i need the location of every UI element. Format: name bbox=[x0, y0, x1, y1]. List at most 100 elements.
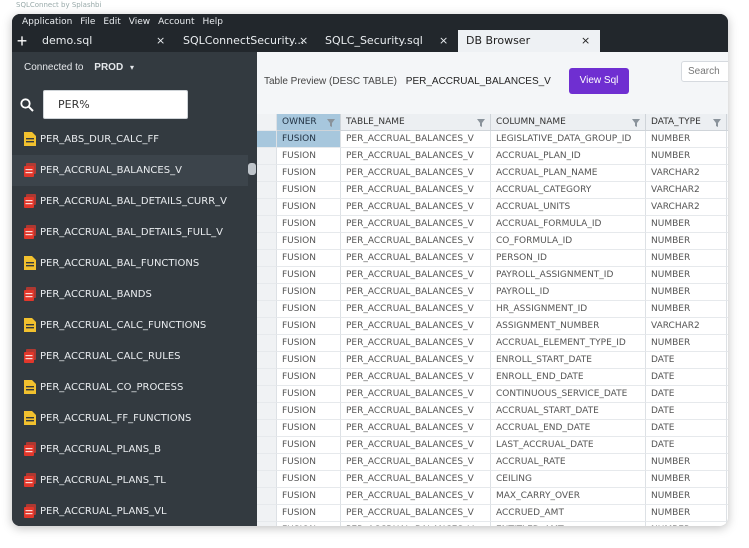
object-list-item[interactable]: PER_ACCRUAL_FF_FUNCTIONS bbox=[12, 403, 248, 434]
table-cell[interactable]: DATE bbox=[646, 437, 727, 454]
table-cell[interactable]: FUSION bbox=[277, 437, 341, 454]
table-cell[interactable]: CO_FORMULA_ID bbox=[491, 233, 646, 250]
column-header[interactable]: OWNER bbox=[277, 114, 341, 131]
table-cell[interactable]: FUSION bbox=[277, 182, 341, 199]
column-header[interactable]: COLUMN_NAME bbox=[491, 114, 646, 131]
table-cell[interactable]: FUSION bbox=[277, 267, 341, 284]
table-cell[interactable]: FUSION bbox=[277, 369, 341, 386]
table-cell[interactable]: PER_ACCRUAL_BALANCES_V bbox=[341, 216, 491, 233]
table-cell[interactable]: DATE bbox=[646, 420, 727, 437]
table-cell[interactable]: ACCRUED_AMT bbox=[491, 505, 646, 522]
row-gutter[interactable] bbox=[257, 318, 277, 335]
table-cell[interactable]: FUSION bbox=[277, 250, 341, 267]
object-list-item[interactable]: PER_ACCRUAL_BALANCES_V bbox=[12, 155, 248, 186]
table-cell[interactable]: NUMBER bbox=[646, 454, 727, 471]
table-cell[interactable]: FUSION bbox=[277, 352, 341, 369]
table-cell[interactable]: NUMBER bbox=[646, 267, 727, 284]
tab-close-icon[interactable]: × bbox=[299, 30, 308, 52]
table-cell[interactable]: NUMBER bbox=[646, 301, 727, 318]
table-cell[interactable]: FUSION bbox=[277, 284, 341, 301]
table-cell[interactable]: DATE bbox=[646, 352, 727, 369]
row-gutter[interactable] bbox=[257, 267, 277, 284]
row-gutter[interactable] bbox=[257, 420, 277, 437]
table-cell[interactable]: PER_ACCRUAL_BALANCES_V bbox=[341, 437, 491, 454]
table-cell[interactable]: PAYROLL_ASSIGNMENT_ID bbox=[491, 267, 646, 284]
table-cell[interactable]: FUSION bbox=[277, 471, 341, 488]
object-list-item[interactable]: PER_ACCRUAL_BAL_DETAILS_FULL_V bbox=[12, 217, 248, 248]
row-gutter[interactable] bbox=[257, 216, 277, 233]
row-gutter[interactable] bbox=[257, 165, 277, 182]
table-cell[interactable]: DATE bbox=[646, 369, 727, 386]
table-cell[interactable]: ENROLL_END_DATE bbox=[491, 369, 646, 386]
add-tab-button[interactable]: + bbox=[14, 31, 30, 51]
column-header[interactable]: TABLE_NAME bbox=[341, 114, 491, 131]
table-cell[interactable]: ACCRUAL_CATEGORY bbox=[491, 182, 646, 199]
table-cell[interactable]: FUSION bbox=[277, 233, 341, 250]
table-cell[interactable]: PER_ACCRUAL_BALANCES_V bbox=[341, 267, 491, 284]
table-cell[interactable]: PER_ACCRUAL_BALANCES_V bbox=[341, 165, 491, 182]
row-gutter[interactable] bbox=[257, 522, 277, 526]
table-cell[interactable]: PER_ACCRUAL_BALANCES_V bbox=[341, 182, 491, 199]
menu-item[interactable]: File bbox=[80, 17, 95, 27]
table-cell[interactable]: PER_ACCRUAL_BALANCES_V bbox=[341, 199, 491, 216]
table-cell[interactable]: LEGISLATIVE_DATA_GROUP_ID bbox=[491, 131, 646, 148]
row-gutter[interactable] bbox=[257, 505, 277, 522]
table-cell[interactable]: NUMBER bbox=[646, 522, 727, 526]
table-cell[interactable]: NUMBER bbox=[646, 250, 727, 267]
table-cell[interactable]: VARCHAR2 bbox=[646, 182, 727, 199]
table-cell[interactable]: FUSION bbox=[277, 216, 341, 233]
row-gutter[interactable] bbox=[257, 199, 277, 216]
table-cell[interactable]: NUMBER bbox=[646, 148, 727, 165]
row-gutter[interactable] bbox=[257, 386, 277, 403]
object-list-item[interactable]: PER_ACCRUAL_BANDS bbox=[12, 279, 248, 310]
table-cell[interactable]: ASSIGNMENT_NUMBER bbox=[491, 318, 646, 335]
table-cell[interactable]: VARCHAR2 bbox=[646, 165, 727, 182]
table-cell[interactable]: PER_ACCRUAL_BALANCES_V bbox=[341, 369, 491, 386]
table-cell[interactable]: NUMBER bbox=[646, 233, 727, 250]
table-cell[interactable]: NUMBER bbox=[646, 284, 727, 301]
table-cell[interactable]: ENROLL_START_DATE bbox=[491, 352, 646, 369]
table-cell[interactable]: VARCHAR2 bbox=[646, 199, 727, 216]
row-gutter[interactable] bbox=[257, 182, 277, 199]
object-list-item[interactable]: PER_ACCRUAL_PLANS_VL bbox=[12, 496, 248, 526]
table-cell[interactable]: FUSION bbox=[277, 131, 341, 148]
row-gutter[interactable] bbox=[257, 437, 277, 454]
table-cell[interactable]: PER_ACCRUAL_BALANCES_V bbox=[341, 454, 491, 471]
row-gutter[interactable] bbox=[257, 454, 277, 471]
table-cell[interactable]: DATE bbox=[646, 403, 727, 420]
object-list-item[interactable]: PER_ACCRUAL_CALC_FUNCTIONS bbox=[12, 310, 248, 341]
object-list-item[interactable]: PER_ACCRUAL_BAL_DETAILS_CURR_V bbox=[12, 186, 248, 217]
row-gutter[interactable] bbox=[257, 301, 277, 318]
row-gutter[interactable] bbox=[257, 284, 277, 301]
table-cell[interactable]: HR_ASSIGNMENT_ID bbox=[491, 301, 646, 318]
table-cell[interactable]: ACCRUAL_UNITS bbox=[491, 199, 646, 216]
menu-item[interactable]: View bbox=[129, 17, 150, 27]
table-cell[interactable]: NUMBER bbox=[646, 216, 727, 233]
table-cell[interactable]: FUSION bbox=[277, 199, 341, 216]
table-cell[interactable]: PER_ACCRUAL_BALANCES_V bbox=[341, 352, 491, 369]
table-cell[interactable]: PERSON_ID bbox=[491, 250, 646, 267]
table-cell[interactable]: PER_ACCRUAL_BALANCES_V bbox=[341, 131, 491, 148]
column-header[interactable]: DATA_TYPE bbox=[646, 114, 727, 131]
table-cell[interactable]: ACCRUAL_START_DATE bbox=[491, 403, 646, 420]
table-cell[interactable]: NUMBER bbox=[646, 335, 727, 352]
table-cell[interactable]: PER_ACCRUAL_BALANCES_V bbox=[341, 284, 491, 301]
filter-icon[interactable] bbox=[713, 119, 721, 127]
table-cell[interactable]: ACCRUAL_RATE bbox=[491, 454, 646, 471]
table-cell[interactable]: ACCRUAL_PLAN_ID bbox=[491, 148, 646, 165]
row-gutter[interactable] bbox=[257, 335, 277, 352]
menu-item[interactable]: Help bbox=[203, 17, 224, 27]
table-cell[interactable]: FUSION bbox=[277, 301, 341, 318]
table-cell[interactable]: PER_ACCRUAL_BALANCES_V bbox=[341, 471, 491, 488]
table-cell[interactable]: FUSION bbox=[277, 522, 341, 526]
view-sql-button[interactable]: View Sql bbox=[569, 68, 629, 94]
tab-close-icon[interactable]: × bbox=[581, 30, 590, 52]
table-cell[interactable]: PER_ACCRUAL_BALANCES_V bbox=[341, 250, 491, 267]
sidebar-scrollbar[interactable] bbox=[248, 163, 256, 175]
tab-sqlc-security[interactable]: SQLC_Security.sql × bbox=[317, 30, 457, 52]
object-list-item[interactable]: PER_ABS_DUR_CALC_FF bbox=[12, 124, 248, 155]
filter-icon[interactable] bbox=[477, 119, 485, 127]
table-cell[interactable]: ACCRUAL_FORMULA_ID bbox=[491, 216, 646, 233]
table-cell[interactable]: NUMBER bbox=[646, 488, 727, 505]
table-cell[interactable]: FUSION bbox=[277, 420, 341, 437]
